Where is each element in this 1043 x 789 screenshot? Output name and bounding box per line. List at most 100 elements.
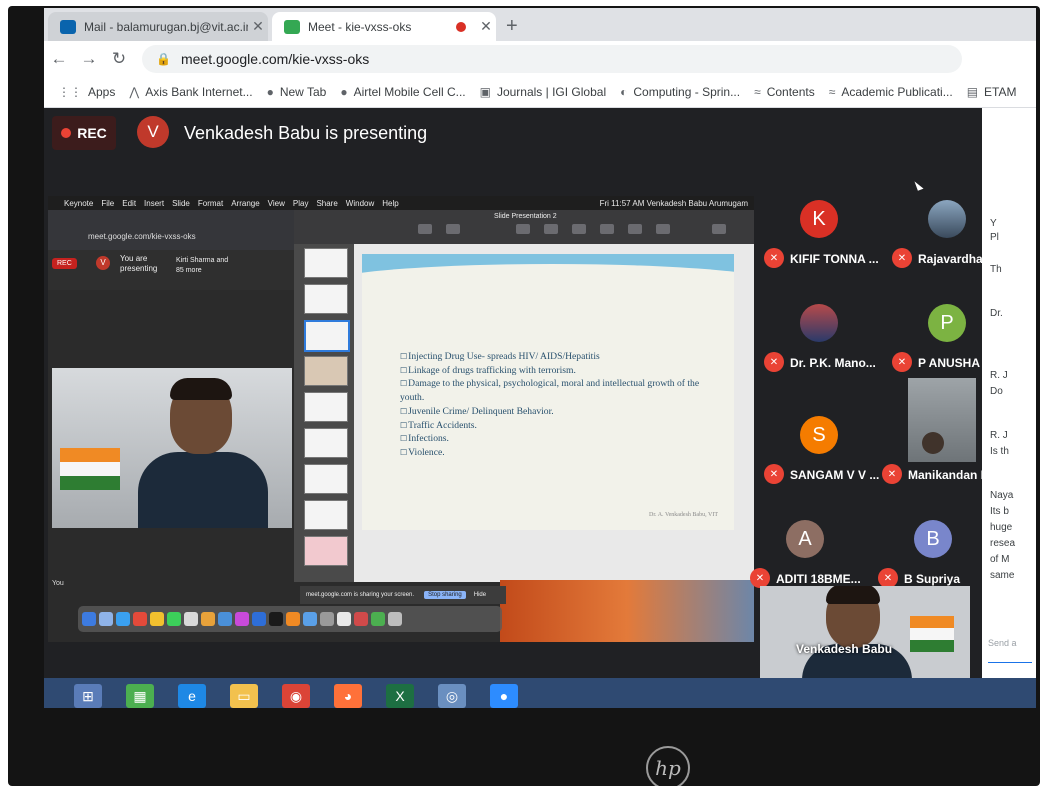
slide-thumbnail [304,248,348,278]
shape-icon [600,224,614,234]
slide-thumbnail [304,500,348,530]
bullet-item: Injecting Drug Use- spreads HIV/ AIDS/He… [400,350,700,364]
menu-item: Insert [144,198,165,208]
bookmark-label: Journals | IGI Global [496,85,607,99]
globe-icon: ● [340,85,348,99]
mic-off-icon: ✕ [892,352,912,372]
chat-fragment: huge [990,522,1013,533]
app-icon [218,612,232,626]
hide-button: Hide [473,592,487,598]
india-flag [60,448,120,492]
slide-footer: Dr. A. Venkadesh Babu, VIT [649,512,718,518]
inner-url: meet.google.com/kie-vxss-oks [88,232,196,241]
screen: Mail - balamurugan.bj@vit.ac.in ✕ Meet -… [44,8,1036,708]
meet-stage: REC V Venkadesh Babu is presenting Keyno… [44,108,1036,680]
mouse-cursor-icon [914,179,924,191]
tab-title: Mail - balamurugan.bj@vit.ac.in [84,19,248,34]
menu-item: Slide [172,198,190,208]
chat-fragment: Is th [990,446,1009,457]
participant-tile[interactable]: S ✕ SANGAM V V ... [764,416,894,496]
new-tab-button[interactable]: + [506,15,518,38]
bookmark-springer[interactable]: ◐ Computing - Sprin... [620,85,740,99]
close-icon[interactable]: ✕ [248,18,268,35]
share-notice-bar: meet.google.com is sharing your screen. … [300,586,506,604]
bookmark-apps[interactable]: ⋮⋮ Apps [58,85,115,99]
chat-fragment: R. J [990,370,1008,381]
mic-off-icon: ✕ [892,248,912,268]
windows-start-icon[interactable]: ⊞ [74,684,102,708]
mic-off-icon: ✕ [750,568,770,588]
internet-explorer-icon[interactable]: e [178,684,206,708]
participant-avatar: A [786,520,824,558]
forward-icon[interactable]: → [74,49,104,69]
participant-tile[interactable]: K ✕ KIFIF TONNA ... [764,200,894,280]
mic-off-icon: ✕ [764,464,784,484]
app-icon [354,612,368,626]
slide-thumbnail-selected [304,320,350,352]
bookmark-label: Computing - Sprin... [633,85,741,99]
bookmark-newtab[interactable]: ● New Tab [267,85,327,99]
scholar-icon: ≈ [754,85,761,99]
presenting-banner: Venkadesh Babu is presenting [184,123,428,143]
chat-fragment: Y [990,218,997,229]
igi-icon: ▣ [479,85,491,99]
desktop-wallpaper [500,580,754,642]
app-icon[interactable]: ▦ [126,684,154,708]
app-icon [371,612,385,626]
close-icon[interactable]: ✕ [476,18,496,35]
mac-dock [78,606,502,632]
menu-item: Window [345,198,375,208]
bullet-item: Linkage of drugs trafficking with terror… [400,364,700,378]
keynote-toolbar: Slide Presentation 2 [294,210,754,244]
bookmark-label: Contents [766,85,815,99]
participant-photo [800,304,838,342]
menu-item: Help [382,198,399,208]
bullet-item: Violence. [400,446,700,460]
apps-grid-icon: ⋮⋮ [58,85,82,99]
bookmark-airtel[interactable]: ● Airtel Mobile Cell C... [340,85,465,99]
presenter-video [52,368,292,528]
menu-item: View [267,198,285,208]
axis-bank-icon: ⋀ [129,85,140,99]
bullet-item: Infections. [400,432,700,446]
chrome-icon[interactable]: ◉ [282,684,310,708]
firefox-icon[interactable]: ◕ [334,684,362,708]
tab-mail[interactable]: Mail - balamurugan.bj@vit.ac.in ✕ [48,12,268,41]
app-icon[interactable]: ◎ [438,684,466,708]
zoom-icon[interactable]: ● [490,684,518,708]
bookmark-axis[interactable]: ⋀ Axis Bank Internet... [129,85,252,99]
bookmark-igi[interactable]: ▣ Journals | IGI Global [480,85,607,99]
text-icon [572,224,586,234]
you-label: You [52,580,64,587]
excel-icon[interactable]: X [386,684,414,708]
self-name: Venkadesh Babu [796,642,893,656]
globe-icon: ● [266,85,274,99]
chat-input[interactable]: Send a [988,638,1032,663]
inner-meet-bar: REC V You are presenting Kirti Sharma an… [48,250,304,290]
participant-name: Dr. P.K. Mano... [790,356,876,370]
chat-fragment: of M [990,554,1010,565]
back-icon[interactable]: ← [44,49,74,69]
bookmark-contents[interactable]: ≈ Contents [754,85,815,99]
participant-tile[interactable]: ✕ Dr. P.K. Mano... [764,304,894,384]
participant-photo [928,200,966,238]
bookmark-label: New Tab [279,85,327,99]
chat-panel: Y Pl Th Dr. R. J Do R. J Is th Naya Its … [982,108,1036,678]
participant-avatar: S [800,416,838,454]
presenter-avatar: V [137,116,169,148]
bookmark-label: Airtel Mobile Cell C... [353,85,466,99]
tab-meet[interactable]: Meet - kie-vxss-oks ✕ [272,12,496,41]
keynote-icon [286,612,300,626]
address-bar[interactable]: 🔒 meet.google.com/kie-vxss-oks [142,45,962,73]
navigation-bar: ← → ↻ 🔒 meet.google.com/kie-vxss-oks [44,41,1036,77]
bookmark-etam[interactable]: ▤ ETAM [967,85,1017,99]
bookmark-academic[interactable]: ≈ Academic Publicati... [829,85,953,99]
reload-icon[interactable]: ↻ [104,49,134,69]
file-explorer-icon[interactable]: ▭ [230,684,258,708]
menu-item: Play [292,198,309,208]
india-flag [910,616,954,652]
url-text: meet.google.com/kie-vxss-oks [180,51,370,67]
tab-title: Meet - kie-vxss-oks [308,19,412,34]
participant-avatar: K [800,200,838,238]
menu-item: Edit [122,198,137,208]
